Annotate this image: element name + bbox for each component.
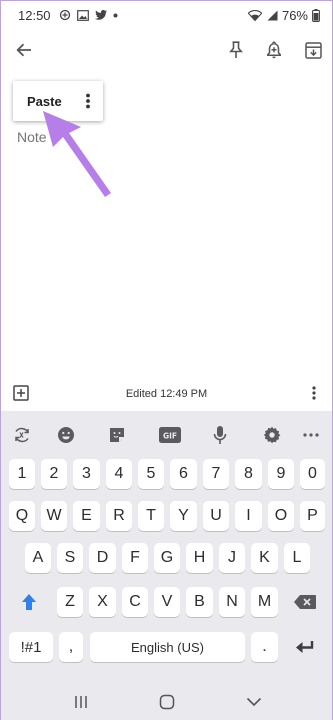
key-m[interactable]: M: [251, 587, 278, 617]
key-0[interactable]: 0: [300, 459, 325, 489]
more-vert-icon[interactable]: [85, 93, 91, 109]
comma-key[interactable]: ,: [59, 632, 83, 662]
data-saver-icon: [59, 9, 71, 21]
key-k[interactable]: K: [251, 543, 278, 573]
key-c[interactable]: C: [122, 587, 148, 617]
annotation-arrow-icon: [43, 111, 111, 197]
key-9[interactable]: 9: [268, 459, 294, 489]
key-o[interactable]: O: [268, 501, 294, 531]
shift-key[interactable]: [9, 587, 49, 617]
battery-icon: [312, 8, 320, 22]
enter-icon: [295, 641, 313, 653]
key-1[interactable]: 1: [9, 459, 35, 489]
sticker-icon[interactable]: [106, 425, 128, 445]
space-key[interactable]: English (US): [90, 632, 245, 662]
key-j[interactable]: J: [219, 543, 245, 573]
sync-icon[interactable]: [11, 425, 33, 445]
key-t[interactable]: T: [138, 501, 164, 531]
key-r[interactable]: R: [106, 501, 132, 531]
wifi-icon: [247, 9, 262, 21]
key-4[interactable]: 4: [106, 459, 132, 489]
key-z[interactable]: Z: [57, 587, 83, 617]
key-i[interactable]: I: [235, 501, 262, 531]
mic-icon[interactable]: [209, 425, 231, 445]
key-s[interactable]: S: [57, 543, 83, 573]
battery-percent: 76%: [281, 7, 308, 23]
number-row: 1 2 3 4 5 6 7 8 9 0: [1, 459, 332, 489]
archive-icon[interactable]: [301, 38, 325, 62]
bottom-row: !#1 , English (US) .: [1, 632, 332, 662]
period-key[interactable]: .: [251, 632, 278, 662]
key-7[interactable]: 7: [203, 459, 229, 489]
qwerty-row: Q W E R T Y U I O P: [1, 501, 332, 531]
key-d[interactable]: D: [89, 543, 116, 573]
editor-bar: Edited 12:49 PM: [1, 379, 332, 409]
more-vert-icon[interactable]: [312, 386, 316, 400]
key-w[interactable]: W: [41, 501, 67, 531]
key-8[interactable]: 8: [235, 459, 262, 489]
key-g[interactable]: G: [154, 543, 180, 573]
key-2[interactable]: 2: [41, 459, 67, 489]
key-x[interactable]: X: [89, 587, 116, 617]
edited-timestamp: Edited 12:49 PM: [125, 388, 208, 400]
keyboard-toolbar: GIF: [1, 411, 332, 457]
nav-bar: [1, 683, 332, 720]
status-left: 12:50: [18, 8, 118, 23]
emoji-icon[interactable]: [55, 425, 77, 445]
pin-icon[interactable]: [224, 38, 248, 62]
keyboard: GIF 1 2 3 4 5 6 7 8 9 0 Q W E R T Y U I …: [1, 411, 332, 683]
twitter-icon: [94, 10, 107, 20]
add-reminder-icon[interactable]: [262, 38, 286, 62]
zxcv-row: Z X C V B N M: [1, 587, 332, 617]
key-3[interactable]: 3: [73, 459, 100, 489]
key-p[interactable]: P: [300, 501, 325, 531]
key-e[interactable]: E: [73, 501, 100, 531]
settings-icon[interactable]: [261, 425, 283, 445]
key-u[interactable]: U: [203, 501, 229, 531]
key-a[interactable]: A: [25, 543, 51, 573]
more-icon[interactable]: [300, 425, 322, 445]
symbols-key[interactable]: !#1: [9, 632, 53, 662]
enter-key[interactable]: [284, 632, 325, 662]
app-bar: [1, 29, 332, 71]
shift-arrow-icon: [22, 594, 36, 610]
key-f[interactable]: F: [122, 543, 148, 573]
backspace-icon: [293, 595, 316, 609]
key-6[interactable]: 6: [170, 459, 197, 489]
recents-icon[interactable]: [71, 693, 91, 711]
gif-icon[interactable]: GIF: [159, 425, 181, 445]
signal-icon: [266, 10, 278, 21]
status-bar: 12:50 76%: [1, 1, 332, 29]
paste-button[interactable]: Paste: [13, 94, 62, 109]
image-icon: [76, 9, 89, 21]
status-time: 12:50: [18, 7, 51, 23]
key-n[interactable]: N: [219, 587, 245, 617]
key-y[interactable]: Y: [170, 501, 197, 531]
back-chevron-icon[interactable]: [244, 693, 264, 711]
key-b[interactable]: B: [186, 587, 213, 617]
key-q[interactable]: Q: [9, 501, 35, 531]
backspace-key[interactable]: [284, 587, 325, 617]
gif-label: GIF: [163, 432, 177, 441]
key-5[interactable]: 5: [138, 459, 164, 489]
status-right: 76%: [247, 7, 320, 23]
key-h[interactable]: H: [186, 543, 213, 573]
arrow-left-icon[interactable]: [12, 38, 36, 62]
key-l[interactable]: L: [284, 543, 310, 573]
key-v[interactable]: V: [154, 587, 180, 617]
asdf-row: A S D F G H J K L: [1, 543, 332, 573]
dot-icon: [113, 13, 118, 18]
home-icon[interactable]: [157, 693, 177, 711]
